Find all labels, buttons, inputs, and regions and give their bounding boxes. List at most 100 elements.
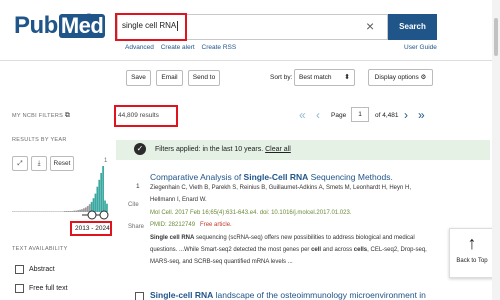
histogram-bar [23, 211, 26, 212]
histogram-bar [13, 211, 16, 212]
prev-page-icon[interactable]: ‹ [316, 108, 320, 122]
article-title-link[interactable]: Comparative Analysis of Single-Cell RNA … [150, 172, 393, 182]
sort-select[interactable]: Best match ⬍ [294, 69, 355, 86]
advanced-search-link[interactable]: Advanced [125, 44, 154, 51]
histogram-bar [92, 198, 95, 212]
histogram-bar [36, 211, 39, 212]
sort-select-value: Best match [299, 74, 332, 81]
histogram-bar [40, 211, 43, 212]
histogram-bar [19, 211, 22, 212]
my-ncbi-filters-label[interactable]: MY NCBI FILTERS ⧉ [12, 112, 70, 120]
article-snippet-line1: Single cell RNA sequencing (scRNA-seq) o… [150, 235, 415, 241]
external-link-icon: ⧉ [64, 112, 71, 119]
abstract-checkbox[interactable] [15, 265, 24, 274]
histogram-bar [54, 211, 56, 212]
clear-search-icon[interactable]: × [366, 16, 374, 36]
histogram-bar [61, 211, 64, 212]
share-button[interactable]: Share [128, 224, 144, 230]
sort-chevron-icon: ⬍ [344, 74, 350, 81]
save-button[interactable]: Save [126, 70, 151, 86]
histogram-bar [60, 211, 62, 212]
send-to-button[interactable]: Send to [188, 70, 220, 86]
article-authors: Ziegenhain C, Vieth B, Parekh S, Reinius… [150, 185, 412, 191]
free-full-text-checkbox[interactable] [15, 284, 24, 293]
next-page-icon[interactable]: › [404, 108, 408, 122]
article-authors-cont: Hellmann I, Enard W. [150, 197, 207, 203]
histogram-bar [67, 211, 70, 212]
article-2-checkbox[interactable] [135, 292, 144, 300]
histogram-bar [42, 211, 45, 212]
histogram-bar [83, 208, 85, 212]
histogram-bar [44, 211, 47, 212]
text-availability-label: TEXT AVAILABILITY [12, 246, 68, 252]
back-to-top-label: Back to Top [456, 258, 488, 264]
first-page-icon[interactable]: « [299, 108, 306, 122]
article-pmid: PMID: 28212749 [150, 222, 196, 228]
range-handle-start[interactable] [87, 210, 97, 220]
logo-text-pub: Pub [14, 12, 58, 39]
histogram-bar [27, 211, 30, 212]
histogram-bar [46, 211, 49, 212]
histogram-bar [90, 201, 93, 212]
create-alert-link[interactable]: Create alert [161, 44, 195, 51]
search-highlight-box [115, 13, 187, 41]
last-page-icon[interactable]: » [418, 108, 425, 122]
histogram-bar [100, 172, 103, 212]
user-guide-link[interactable]: User Guide [404, 44, 437, 51]
cite-button[interactable]: Cite [128, 202, 139, 208]
article-pmid-row: PMID: 28212749 Free article. [150, 221, 232, 229]
arrow-up-icon: ↑ [467, 233, 477, 253]
year-histogram[interactable] [12, 160, 112, 220]
article-2-title-link[interactable]: Single-cell RNA landscape of the osteoim… [150, 290, 426, 300]
histogram-bar [96, 186, 99, 212]
article-citation: Mol Cell. 2017 Feb 16;65(4):631-643.e4. … [150, 210, 352, 216]
histogram-bar [106, 203, 108, 212]
histogram-bar [35, 211, 37, 212]
check-circle-icon: ✓ [134, 143, 146, 155]
histogram-bar [69, 211, 72, 212]
filters-description: Filters applied: in the last 10 years. [155, 146, 264, 153]
histogram-bar [88, 204, 91, 212]
page-label: Page [331, 112, 347, 119]
range-handle-end[interactable] [99, 210, 109, 220]
abstract-label: Abstract [29, 266, 55, 273]
histogram-bar [38, 211, 41, 212]
create-rss-link[interactable]: Create RSS [202, 44, 237, 51]
logo-text-med: Med [58, 13, 106, 38]
display-options-button[interactable]: Display options ⚙ [368, 69, 433, 86]
histogram-bar [86, 206, 89, 212]
filters-applied-text: Filters applied: in the last 10 years. C… [155, 146, 291, 153]
histogram-bar [58, 211, 60, 212]
histogram-bar [98, 179, 101, 212]
search-button[interactable]: Search [388, 14, 437, 40]
display-options-label: Display options [374, 74, 419, 81]
logo-registered-mark: ® [86, 12, 92, 21]
histogram-bar [84, 207, 87, 212]
histogram-bar [63, 211, 66, 212]
histogram-bar [50, 211, 53, 212]
histogram-bar [29, 211, 32, 212]
scrollbar-thumb[interactable] [494, 18, 498, 56]
histogram-bar [25, 211, 28, 212]
histogram-bar [79, 209, 81, 212]
email-button[interactable]: Email [156, 70, 183, 86]
back-to-top-button[interactable]: ↑ Back to Top [449, 228, 495, 278]
histogram-bar [77, 210, 80, 212]
histogram-bar [81, 209, 83, 212]
histogram-bar [56, 211, 58, 212]
histogram-bar [33, 211, 35, 212]
histogram-bar [31, 211, 33, 212]
histogram-bar [73, 210, 76, 212]
histogram-bar [71, 211, 74, 212]
total-pages: of 4,481 [375, 112, 399, 119]
results-by-year-label: RESULTS BY YEAR [12, 137, 67, 143]
histogram-bar [15, 211, 18, 212]
clear-all-link[interactable]: Clear all [265, 146, 291, 153]
histogram-bar [12, 211, 14, 212]
histogram-bar [94, 193, 97, 212]
histogram-bar [104, 200, 106, 212]
header-divider [0, 60, 492, 61]
free-article-badge: Free article. [200, 222, 232, 228]
sort-by-label: Sort by: [270, 74, 293, 81]
page-number-input[interactable]: 1 [351, 107, 369, 122]
